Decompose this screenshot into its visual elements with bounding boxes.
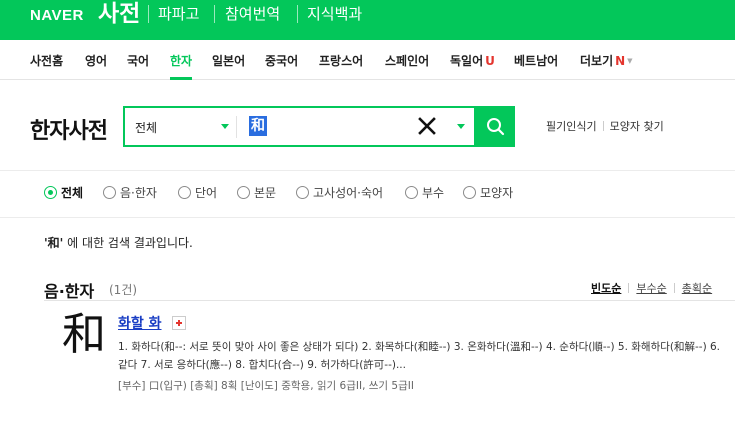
dictionary-name: 한자사전	[30, 119, 108, 144]
radio-icon	[296, 186, 309, 199]
nav-item-more[interactable]: 더보기 N ▼	[580, 52, 633, 69]
filter-label: 부수	[422, 186, 445, 200]
header-link-papago[interactable]: 파파고	[158, 4, 199, 24]
clear-icon[interactable]	[415, 114, 439, 138]
filter-shape[interactable]: 모양자	[463, 184, 513, 201]
shape-search-link[interactable]: 모양자 찾기	[610, 120, 664, 133]
dictionary-title-link[interactable]: 사전	[98, 0, 140, 28]
filter-label: 본문	[254, 186, 277, 200]
sort-stroke[interactable]: 총획순	[682, 282, 712, 295]
filter-radical[interactable]: 부수	[405, 184, 444, 201]
radio-icon	[237, 186, 250, 199]
radio-icon	[178, 186, 191, 199]
search-scope-select[interactable]: 전체	[135, 119, 157, 136]
naver-logo[interactable]: NAVER	[30, 7, 84, 24]
radio-icon	[463, 186, 476, 199]
nav-item-hanja[interactable]: 한자	[170, 52, 193, 80]
search-icon	[487, 118, 505, 136]
nav-item-japanese[interactable]: 일본어	[212, 52, 245, 69]
filter-label: 고사성어·숙어	[313, 186, 384, 200]
entry-title-link[interactable]: 화할 화	[118, 313, 162, 333]
header-link-encyclopedia[interactable]: 지식백과	[307, 4, 362, 24]
search-input[interactable]: 和	[249, 116, 267, 136]
entry-definition: 1. 화하다(和--: 서로 뜻이 맞아 사이 좋은 상태가 되다) 2. 화목…	[118, 341, 721, 371]
update-badge: U	[485, 54, 495, 68]
section-title: 음·한자	[44, 282, 95, 301]
filter-text[interactable]: 본문	[237, 184, 276, 201]
search-tools: 필기인식기 모양자 찾기	[546, 118, 664, 134]
filter-label: 음·한자	[120, 186, 157, 200]
radio-icon	[405, 186, 418, 199]
divider	[673, 283, 675, 293]
divider	[602, 121, 604, 131]
header-divider	[297, 5, 298, 23]
top-header: NAVER 사전 파파고 참여번역 지식백과	[0, 0, 735, 40]
result-count: (1건)	[109, 283, 138, 297]
sort-frequency[interactable]: 빈도순	[591, 282, 621, 295]
plus-icon[interactable]	[172, 316, 186, 330]
header-divider	[214, 5, 215, 23]
new-badge: N	[615, 54, 626, 68]
notice-text: 에 대한 검색 결과입니다.	[63, 236, 193, 250]
handwriting-recognizer-link[interactable]: 필기인식기	[546, 120, 597, 133]
filter-label: 전체	[61, 186, 84, 200]
divider	[0, 170, 735, 171]
nav-item-chinese[interactable]: 중국어	[265, 52, 298, 69]
search-term: '和'	[44, 236, 64, 250]
sort-radical[interactable]: 부수순	[636, 282, 666, 295]
caret-down-icon[interactable]	[221, 124, 229, 129]
hanja-character[interactable]: 和	[62, 305, 106, 365]
search-box: 전체 和	[123, 106, 476, 147]
filter-label: 모양자	[480, 186, 514, 200]
nav-item-french[interactable]: 프랑스어	[319, 52, 363, 69]
nav-item-korean[interactable]: 국어	[127, 52, 149, 69]
header-divider	[148, 5, 149, 23]
filter-idioms[interactable]: 고사성어·숙어	[296, 184, 383, 201]
caret-down-icon[interactable]	[457, 124, 465, 129]
category-nav: 사전홈 영어 국어 한자 일본어 중국어 프랑스어 스페인어 독일어 U 베트남어…	[0, 40, 735, 80]
nav-item-german[interactable]: 독일어 U	[450, 52, 495, 69]
nav-item-spanish[interactable]: 스페인어	[385, 52, 429, 69]
nav-item-german-label: 독일어	[450, 54, 484, 68]
nav-item-vietnamese[interactable]: 베트남어	[514, 52, 558, 69]
search-button[interactable]	[476, 106, 515, 147]
entry-meta: [부수] 口(입구) [총획] 8획 [난이도] 중학용, 읽기 6급II, 쓰…	[118, 380, 414, 392]
sort-options: 빈도순 부수순 총획순	[591, 280, 712, 296]
divider	[628, 283, 630, 293]
search-divider	[236, 116, 237, 138]
header-link-translate[interactable]: 참여번역	[225, 4, 280, 24]
nav-item-more-label: 더보기	[580, 54, 614, 68]
filter-hanja[interactable]: 음·한자	[103, 184, 157, 201]
filter-all[interactable]: 전체	[44, 184, 83, 201]
filter-label: 단어	[195, 186, 218, 200]
nav-item-home[interactable]: 사전홈	[30, 52, 63, 69]
filter-word[interactable]: 단어	[178, 184, 217, 201]
divider	[44, 300, 735, 301]
result-notice: '和' 에 대한 검색 결과입니다.	[44, 234, 193, 251]
nav-item-english[interactable]: 영어	[85, 52, 107, 69]
caret-down-icon: ▼	[627, 57, 633, 65]
radio-selected-icon	[44, 186, 57, 199]
radio-icon	[103, 186, 116, 199]
divider	[0, 217, 735, 218]
